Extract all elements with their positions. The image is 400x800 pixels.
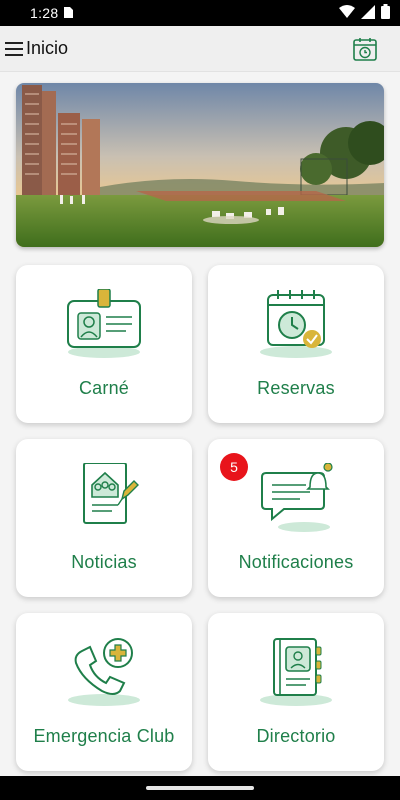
sim-card-icon: [64, 5, 74, 21]
phone-medical-icon: [62, 637, 146, 707]
tile-label: Reservas: [257, 378, 335, 398]
tile-label: Emergencia Club: [33, 726, 175, 746]
system-nav-bar: [0, 776, 400, 800]
battery-icon: [381, 4, 390, 22]
id-card-icon: [62, 288, 146, 359]
tile-reservas[interactable]: Reservas: [208, 265, 384, 423]
menu-icon[interactable]: [4, 39, 24, 59]
wifi-icon: [339, 5, 355, 21]
page-title: Inicio: [26, 38, 69, 58]
home-gesture-handle[interactable]: [146, 786, 254, 790]
notification-count-badge: 5: [220, 453, 248, 481]
tile-notificaciones[interactable]: 5 Notificaciones: [208, 439, 384, 597]
tile-directorio[interactable]: Directorio: [208, 613, 384, 771]
chat-bell-icon: [254, 462, 338, 533]
status-bar: 1:28: [0, 0, 400, 26]
tile-label: Notificaciones: [238, 552, 354, 572]
tile-carne[interactable]: Carné: [16, 265, 192, 423]
club-banner-image: [16, 83, 384, 247]
news-document-icon: [62, 462, 146, 533]
status-time: 1:28: [30, 5, 59, 21]
tile-noticias[interactable]: Noticias: [16, 439, 192, 597]
calendar-clock-icon: [254, 289, 338, 359]
tile-label: Directorio: [256, 726, 336, 746]
app-bar: Inicio: [0, 26, 400, 72]
signal-icon: [361, 4, 375, 22]
tile-label: Noticias: [71, 552, 137, 572]
tile-label: Carné: [78, 378, 130, 398]
calendar-clock-icon[interactable]: [352, 36, 378, 62]
tile-emergencia-club[interactable]: Emergencia Club: [16, 613, 192, 771]
contact-book-icon: [254, 637, 338, 707]
